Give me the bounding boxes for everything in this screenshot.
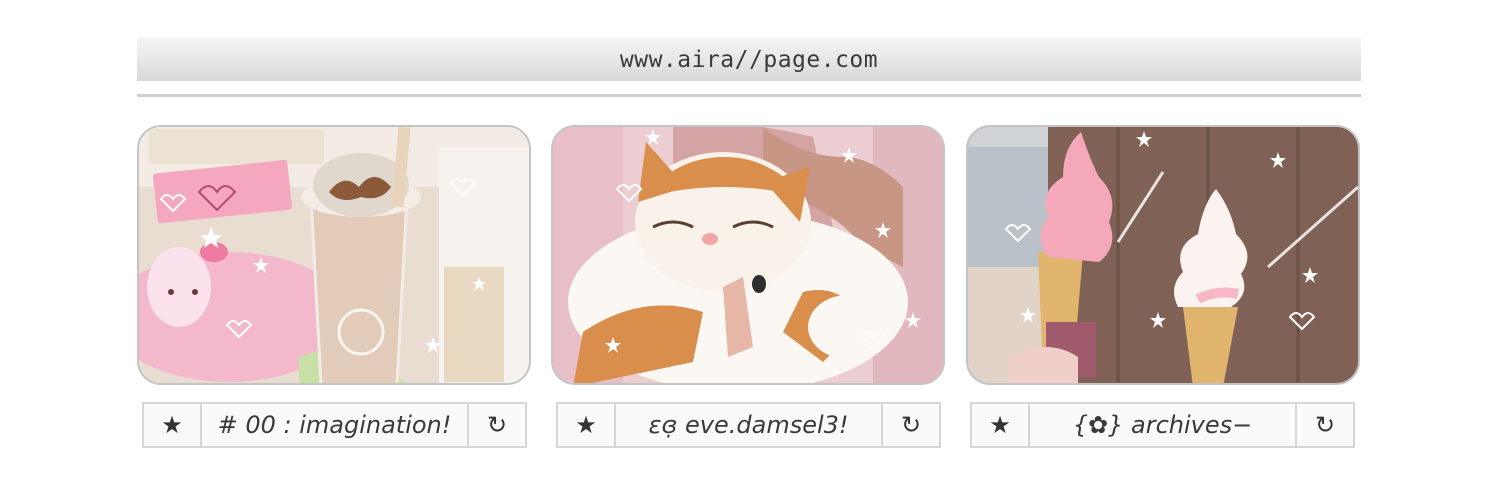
refresh-button[interactable]: ↻	[467, 402, 527, 448]
refresh-icon: ↻	[486, 411, 508, 439]
coffee-photo	[139, 127, 529, 383]
control-row-3: ★ {✿} archives− ↻	[970, 402, 1355, 448]
card-label: # 00 : imagination!	[202, 402, 467, 448]
star-icon: ★	[161, 411, 183, 439]
refresh-icon: ↻	[1314, 411, 1336, 439]
control-row-1: ★ # 00 : imagination! ↻	[142, 402, 527, 448]
control-row-2: ★ εɞ̣ eve.damsel3! ↻	[556, 402, 941, 448]
divider	[137, 94, 1361, 97]
photo-card-cat	[551, 125, 945, 385]
star-button[interactable]: ★	[556, 402, 616, 448]
refresh-button[interactable]: ↻	[881, 402, 941, 448]
photo-card-coffee	[137, 125, 531, 385]
refresh-button[interactable]: ↻	[1295, 402, 1355, 448]
address-bar[interactable]: www.aira//page.com	[137, 38, 1361, 81]
card-label: εɞ̣ eve.damsel3!	[616, 402, 881, 448]
ice-cream-photo	[968, 127, 1358, 383]
star-button[interactable]: ★	[970, 402, 1030, 448]
url-text: www.aira//page.com	[619, 46, 879, 73]
card-label: {✿} archives−	[1030, 402, 1295, 448]
star-button[interactable]: ★	[142, 402, 202, 448]
star-icon: ★	[575, 411, 597, 439]
photo-card-ice-cream	[966, 125, 1360, 385]
cat-photo	[553, 127, 943, 383]
star-icon: ★	[989, 411, 1011, 439]
refresh-icon: ↻	[900, 411, 922, 439]
